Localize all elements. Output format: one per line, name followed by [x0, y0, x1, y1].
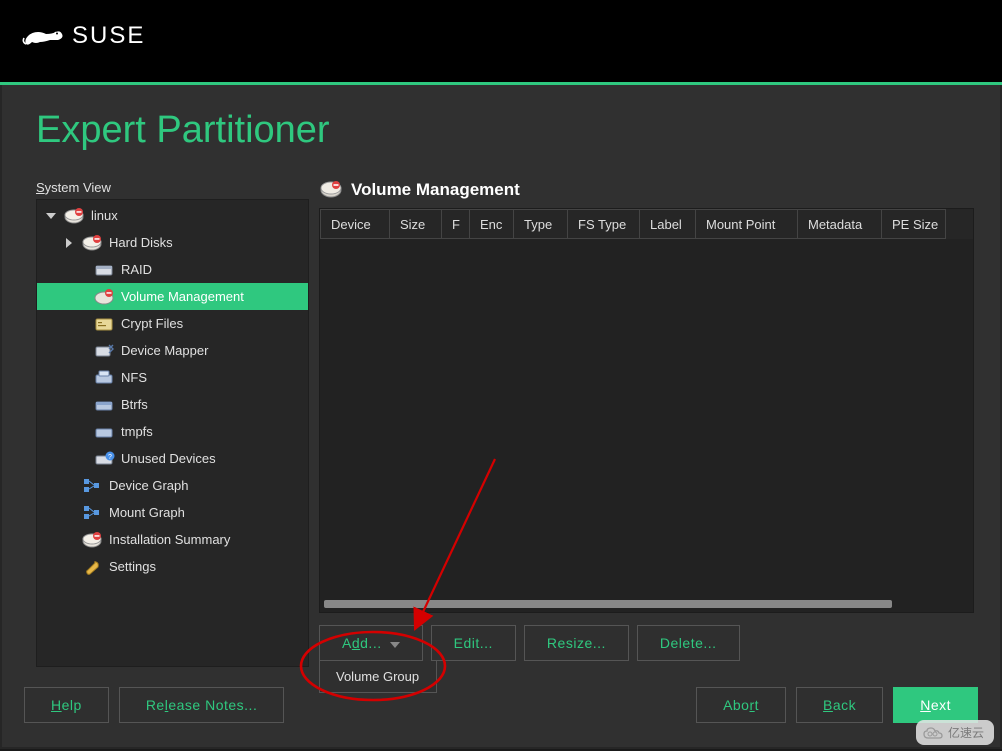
tree-item-label: Unused Devices [121, 451, 216, 466]
tree-item-hard-disks[interactable]: Hard Disks [37, 229, 308, 256]
column-enc[interactable]: Enc [470, 209, 514, 239]
nfs-icon [93, 368, 117, 388]
next-button[interactable]: Next [893, 687, 978, 723]
column-f[interactable]: F [442, 209, 470, 239]
tree-item-raid[interactable]: RAID [37, 256, 308, 283]
tree-item-unused-devices[interactable]: ? Unused Devices [37, 445, 308, 472]
disk-red-icon [81, 530, 105, 550]
tree-item-settings[interactable]: Settings [37, 553, 308, 580]
disk-red-icon [81, 233, 105, 253]
expander-right-icon[interactable] [61, 238, 77, 248]
tree-item-linux[interactable]: linux [37, 202, 308, 229]
column-fs-type[interactable]: FS Type [568, 209, 640, 239]
drive-icon [93, 260, 117, 280]
tree-item-label: tmpfs [121, 424, 153, 439]
edit-button[interactable]: Edit... [431, 625, 516, 661]
page-title: Expert Partitioner [36, 85, 1000, 180]
tree-item-device-graph[interactable]: Device Graph [37, 472, 308, 499]
tree-item-label: RAID [121, 262, 152, 277]
help-button[interactable]: Help [24, 687, 109, 723]
content-area: Expert Partitioner System View linux Hard… [0, 85, 1002, 749]
tree-item-label: Device Graph [109, 478, 188, 493]
disk-red-icon [63, 206, 87, 226]
graph-icon [81, 476, 105, 496]
add-button[interactable]: Add... [319, 625, 423, 661]
column-label[interactable]: Label [640, 209, 696, 239]
section-header: Volume Management [319, 180, 974, 200]
header-bar: SUSE [0, 0, 1002, 82]
watermark-text: 亿速云 [948, 724, 984, 741]
section-title: Volume Management [351, 180, 520, 200]
tree-item-label: Settings [109, 559, 156, 574]
volume-table: DeviceSizeFEncTypeFS TypeLabelMount Poin… [319, 208, 974, 613]
tree-item-label: Btrfs [121, 397, 148, 412]
tree-item-device-mapper[interactable]: Device Mapper [37, 337, 308, 364]
unused-icon: ? [93, 449, 117, 469]
table-header-row: DeviceSizeFEncTypeFS TypeLabelMount Poin… [320, 209, 973, 239]
column-metadata[interactable]: Metadata [798, 209, 882, 239]
footer-buttons: Help Release Notes... Abort Back Next [24, 687, 978, 723]
cloud-icon [922, 725, 944, 741]
horizontal-scrollbar[interactable] [324, 600, 969, 608]
column-pe-size[interactable]: PE Size [882, 209, 946, 239]
wrench-icon [81, 557, 105, 577]
mapper-icon [93, 341, 117, 361]
tmpfs-icon [93, 422, 117, 442]
delete-button[interactable]: Delete... [637, 625, 740, 661]
crypt-icon [93, 314, 117, 334]
tree-item-label: Hard Disks [109, 235, 173, 250]
chevron-down-icon [390, 635, 400, 651]
abort-button[interactable]: Abort [696, 687, 786, 723]
tree-item-tmpfs[interactable]: tmpfs [37, 418, 308, 445]
column-mount-point[interactable]: Mount Point [696, 209, 798, 239]
tree-item-crypt-files[interactable]: Crypt Files [37, 310, 308, 337]
tree-item-label: Volume Management [121, 289, 244, 304]
tree-label: System View [36, 180, 309, 195]
vol-icon [93, 287, 117, 307]
back-button[interactable]: Back [796, 687, 883, 723]
action-row: Add... Edit... Resize... Delete... Volum… [319, 625, 974, 661]
column-device[interactable]: Device [320, 209, 390, 239]
brand-logo: SUSE [22, 18, 1002, 50]
tree-item-label: Crypt Files [121, 316, 183, 331]
expander-down-icon[interactable] [43, 212, 59, 220]
brand-text: SUSE [72, 22, 145, 50]
tree-item-label: Installation Summary [109, 532, 230, 547]
resize-button[interactable]: Resize... [524, 625, 629, 661]
right-panel: Volume Management DeviceSizeFEncTypeFS T… [319, 180, 1000, 667]
release-notes-button[interactable]: Release Notes... [119, 687, 285, 723]
tree-item-installation-summary[interactable]: Installation Summary [37, 526, 308, 553]
watermark: 亿速云 [916, 720, 994, 745]
tree-item-btrfs[interactable]: Btrfs [37, 391, 308, 418]
column-type[interactable]: Type [514, 209, 568, 239]
system-tree[interactable]: linux Hard Disks RAID Volume Management Cryp… [36, 199, 309, 667]
tree-item-label: Device Mapper [121, 343, 208, 358]
tree-item-label: linux [91, 208, 118, 223]
tree-item-volume-management[interactable]: Volume Management [37, 283, 308, 310]
scroll-thumb[interactable] [324, 600, 892, 608]
btrfs-icon [93, 395, 117, 415]
tree-item-nfs[interactable]: NFS [37, 364, 308, 391]
tree-item-mount-graph[interactable]: Mount Graph [37, 499, 308, 526]
tree-panel: System View linux Hard Disks RAID Volume Ma… [36, 180, 309, 667]
tree-item-label: NFS [121, 370, 147, 385]
volume-icon [319, 180, 343, 200]
tree-item-label: Mount Graph [109, 505, 185, 520]
chameleon-icon [22, 18, 66, 50]
svg-text:?: ? [108, 454, 112, 461]
main-layout: System View linux Hard Disks RAID Volume Ma… [36, 180, 1000, 667]
graph-icon [81, 503, 105, 523]
column-size[interactable]: Size [390, 209, 442, 239]
